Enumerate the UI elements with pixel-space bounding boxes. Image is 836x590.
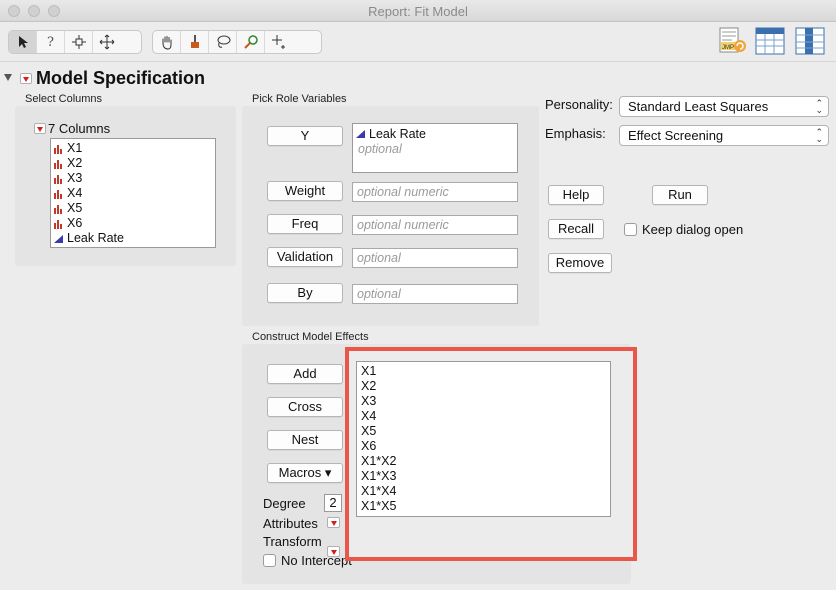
attributes-menu-icon[interactable] xyxy=(327,517,340,528)
tool-group-2 xyxy=(152,30,322,54)
emphasis-value: Effect Screening xyxy=(628,128,724,143)
y-role-value: Leak Rate xyxy=(369,127,426,141)
tool-group-1: ? xyxy=(8,30,142,54)
pick-roles-label: Pick Role Variables xyxy=(252,93,347,105)
continuous-icon xyxy=(54,204,62,214)
degree-field[interactable]: 2 xyxy=(324,494,342,512)
personality-value: Standard Least Squares xyxy=(628,99,769,114)
effect-item[interactable]: X1*X4 xyxy=(357,484,610,499)
column-name: X2 xyxy=(67,156,83,170)
column-item[interactable]: X1 xyxy=(51,141,215,156)
effect-item[interactable]: X4 xyxy=(357,409,610,424)
column-item[interactable]: X5 xyxy=(51,201,215,216)
move-tool-icon[interactable] xyxy=(93,31,121,53)
construct-effects-label: Construct Model Effects xyxy=(252,331,369,343)
effect-item[interactable]: X5 xyxy=(357,424,610,439)
effect-item[interactable]: X1*X2 xyxy=(357,454,610,469)
jmp-script-icon[interactable]: JMP xyxy=(716,26,748,56)
keep-open-checkbox[interactable] xyxy=(624,223,637,236)
column-name: X1 xyxy=(67,141,83,155)
effect-item[interactable]: X1*X5 xyxy=(357,499,610,514)
run-button[interactable]: Run xyxy=(652,185,708,205)
model-spec-menu-icon[interactable] xyxy=(20,72,32,87)
no-intercept-checkbox[interactable] xyxy=(263,554,276,567)
column-name: X6 xyxy=(67,216,83,230)
continuous-icon xyxy=(54,189,62,199)
column-item[interactable]: X4 xyxy=(51,186,215,201)
emphasis-select[interactable]: Effect Screening ⌃ ⌄ xyxy=(619,125,829,146)
effect-item[interactable]: X1 xyxy=(357,364,610,379)
validation-role-field[interactable]: optional xyxy=(352,248,518,268)
model-spec-title: Model Specification xyxy=(36,68,206,88)
continuous-icon xyxy=(54,174,62,184)
freq-role-field[interactable]: optional numeric xyxy=(352,215,518,235)
macros-button[interactable]: Macros ▾ xyxy=(267,463,343,483)
column-item[interactable]: X3 xyxy=(51,171,215,186)
column-item[interactable]: X2 xyxy=(51,156,215,171)
freq-role-button[interactable]: Freq xyxy=(267,214,343,234)
lasso-tool-icon[interactable] xyxy=(209,31,237,53)
column-name: X5 xyxy=(67,201,83,215)
column-item[interactable]: X6 xyxy=(51,216,215,231)
y-role-placeholder: optional xyxy=(358,142,402,156)
hand-tool-icon[interactable] xyxy=(153,31,181,53)
by-role-button[interactable]: By xyxy=(267,283,343,303)
effect-item[interactable]: X6 xyxy=(357,439,610,454)
effect-item[interactable]: X3 xyxy=(357,394,610,409)
response-icon xyxy=(54,234,63,243)
y-role-list[interactable]: Leak Rate optional xyxy=(352,123,518,173)
personality-select[interactable]: Standard Least Squares ⌃ ⌄ xyxy=(619,96,829,117)
emphasis-label: Emphasis: xyxy=(545,126,606,141)
column-name: X3 xyxy=(67,171,83,185)
attributes-label: Attributes xyxy=(263,516,318,531)
data-table-icon[interactable] xyxy=(754,26,786,56)
columns-list[interactable]: X1 X2 X3 X4 X5 X6 Leak Rate xyxy=(50,138,216,248)
validation-role-button[interactable]: Validation xyxy=(267,247,343,267)
continuous-icon xyxy=(54,159,62,169)
add-effect-button[interactable]: Add xyxy=(267,364,343,384)
weight-role-button[interactable]: Weight xyxy=(267,181,343,201)
y-role-button[interactable]: Y xyxy=(267,126,343,146)
help-tool-icon[interactable]: ? xyxy=(37,31,65,53)
select-columns-label: Select Columns xyxy=(25,93,103,105)
keep-open-label: Keep dialog open xyxy=(642,222,744,237)
no-intercept-label: No Intercept xyxy=(281,553,352,568)
column-view-icon[interactable] xyxy=(794,26,826,56)
column-name: Leak Rate xyxy=(67,231,124,245)
model-effects-list[interactable]: X1 X2 X3 X4 X5 X6 X1*X2 X1*X3 X1*X4 X1*X5 xyxy=(356,361,611,517)
cross-effect-button[interactable]: Cross xyxy=(267,397,343,417)
transform-label: Transform xyxy=(263,534,322,549)
disclosure-triangle-icon[interactable] xyxy=(4,74,12,81)
brush-tool-icon[interactable] xyxy=(181,31,209,53)
crosshair-plus-tool-icon[interactable] xyxy=(265,31,293,53)
svg-text:JMP: JMP xyxy=(722,45,734,51)
continuous-icon xyxy=(54,219,62,229)
weight-role-field[interactable]: optional numeric xyxy=(352,182,518,202)
continuous-icon xyxy=(54,144,62,154)
column-name: X4 xyxy=(67,186,83,200)
chevron-updown-icon: ⌃ ⌄ xyxy=(815,98,823,115)
nest-effect-button[interactable]: Nest xyxy=(267,430,343,450)
columns-menu-icon[interactable] xyxy=(34,122,46,137)
help-button[interactable]: Help xyxy=(548,185,604,205)
effect-item[interactable]: X1*X3 xyxy=(357,469,610,484)
column-item[interactable]: Leak Rate xyxy=(51,231,215,246)
columns-count-label: 7 Columns xyxy=(48,121,111,136)
window-title: Report: Fit Model xyxy=(368,4,468,19)
magnifier-tool-icon[interactable] xyxy=(237,31,265,53)
effect-item[interactable]: X2 xyxy=(357,379,610,394)
degree-label: Degree xyxy=(263,496,306,511)
by-role-field[interactable]: optional xyxy=(352,284,518,304)
personality-label: Personality: xyxy=(545,97,613,112)
crosshair-tool-icon[interactable] xyxy=(65,31,93,53)
response-icon xyxy=(356,130,365,138)
chevron-updown-icon: ⌃ ⌄ xyxy=(815,127,823,144)
remove-button[interactable]: Remove xyxy=(548,253,612,273)
recall-button[interactable]: Recall xyxy=(548,219,604,239)
arrow-tool-icon[interactable] xyxy=(9,31,37,53)
